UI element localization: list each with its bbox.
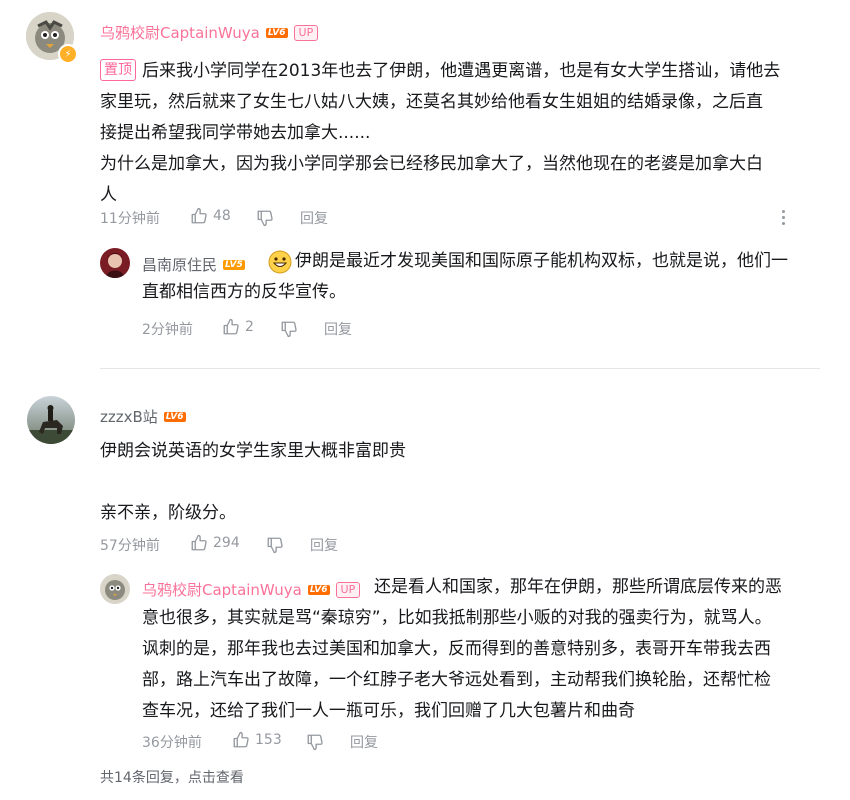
reply-text: 伊朗是最近才发现美国和国际原子能机构双标，也就是说，他们一 直都相信西方的反华宣… (142, 246, 788, 308)
dislike-button[interactable] (256, 209, 274, 227)
comment-line: 亲不亲，阶级分。 (100, 503, 236, 523)
timestamp: 57分钟前 (100, 538, 160, 554)
timestamp: 11分钟前 (100, 211, 160, 227)
comment-header: 乌鸦校尉CaptainWuya LV6 UP (100, 22, 319, 43)
like-button[interactable]: 294 (190, 534, 240, 552)
comment-text: 置顶 后来我小学同学在2013年也去了伊朗，他遭遇更离谱，也是有女大学生搭讪，请他… (100, 56, 780, 211)
thumbs-down-icon (281, 321, 297, 338)
reply-line: 还是看人和国家，那年在伊朗，那些所谓底层传来的恶 (374, 577, 782, 597)
comment-header: zzzxB站 LV6 (100, 406, 186, 427)
dislike-button[interactable] (266, 536, 284, 554)
thumbs-up-icon (191, 534, 207, 551)
comment-line: 伊朗会说英语的女学生家里大概非富即贵 (100, 441, 406, 461)
reply-button[interactable]: 回复 (300, 208, 328, 228)
reply-text: 还是看人和国家，那年在伊朗，那些所谓底层传来的恶 意也很多，其实就是骂“秦琼穷”… (142, 572, 782, 727)
reply-line: 伊朗是最近才发现美国和国际原子能机构双标，也就是说，他们一 (295, 251, 788, 271)
up-badge: UP (293, 24, 319, 41)
username[interactable]: zzzxB站 (100, 406, 158, 427)
reply-line: 查车况，还给了我们一人一瓶可乐，我们回赠了几大包薯片和曲奇 (142, 701, 635, 721)
username[interactable]: 乌鸦校尉CaptainWuya (100, 22, 260, 43)
like-button[interactable]: 2 (222, 318, 254, 336)
reply-button[interactable]: 回复 (350, 732, 378, 752)
like-button[interactable]: 48 (190, 207, 231, 225)
reply-line: 部，路上汽车出了故障，一个红脖子老大爷远处看到，主动帮我们换轮胎，还帮忙检 (142, 670, 771, 690)
pinned-badge: 置顶 (100, 59, 136, 81)
timestamp: 2分钟前 (142, 322, 193, 338)
like-count: 48 (213, 208, 231, 224)
comment-line: 接提出希望我同学带她去加拿大...... (100, 123, 371, 143)
reply-button[interactable]: 回复 (324, 319, 352, 339)
level-badge: LV6 (265, 27, 288, 38)
thumbs-down-icon (257, 210, 273, 227)
reply-line: 直都相信西方的反华宣传。 (142, 282, 346, 302)
comment-text: 伊朗会说英语的女学生家里大概非富即贵 亲不亲，阶级分。 (100, 436, 406, 529)
comment-divider (100, 368, 820, 369)
level-badge: LV6 (163, 411, 186, 422)
lightning-badge-icon: ⚡ (58, 44, 78, 64)
like-button[interactable]: 153 (232, 731, 282, 749)
like-count: 2 (245, 319, 254, 335)
like-count: 153 (255, 732, 282, 748)
view-replies-link[interactable]: 共14条回复，点击查看 (100, 767, 244, 787)
thumbs-up-icon (233, 731, 249, 748)
reply-button[interactable]: 回复 (310, 535, 338, 555)
reply-line: 意也很多，其实就是骂“秦琼穷”，比如我抵制那些小贩的对我的强卖行为，就骂人。 (142, 608, 772, 628)
comment-line: 为什么是加拿大，因为我小学同学那会已经移民加拿大了，当然他现在的老婆是加拿大白 (100, 154, 763, 174)
thumbs-down-icon (267, 537, 283, 554)
reply-line: 讽刺的是，那年我也去过美国和加拿大，反而得到的善意特别多，表哥开车带我去西 (142, 639, 771, 659)
reply-avatar[interactable] (100, 574, 130, 604)
like-count: 294 (213, 535, 240, 551)
comment-line (100, 467, 406, 498)
more-vertical-icon[interactable] (779, 208, 787, 226)
reply-avatar[interactable] (100, 248, 130, 278)
thumbs-up-icon (223, 318, 239, 335)
dislike-button[interactable] (280, 320, 298, 338)
thumbs-up-icon (191, 207, 207, 224)
comment-line: 后来我小学同学在2013年也去了伊朗，他遭遇更离谱，也是有女大学生搭讪，请他去 (142, 61, 781, 81)
dislike-button[interactable] (306, 733, 324, 751)
comment-line: 家里玩，然后就来了女生七八姑八大姨，还莫名其妙给他看女生姐姐的结婚录像，之后直 (100, 92, 763, 112)
timestamp: 36分钟前 (142, 735, 202, 751)
thumbs-down-icon (307, 734, 323, 751)
avatar[interactable] (27, 396, 75, 444)
